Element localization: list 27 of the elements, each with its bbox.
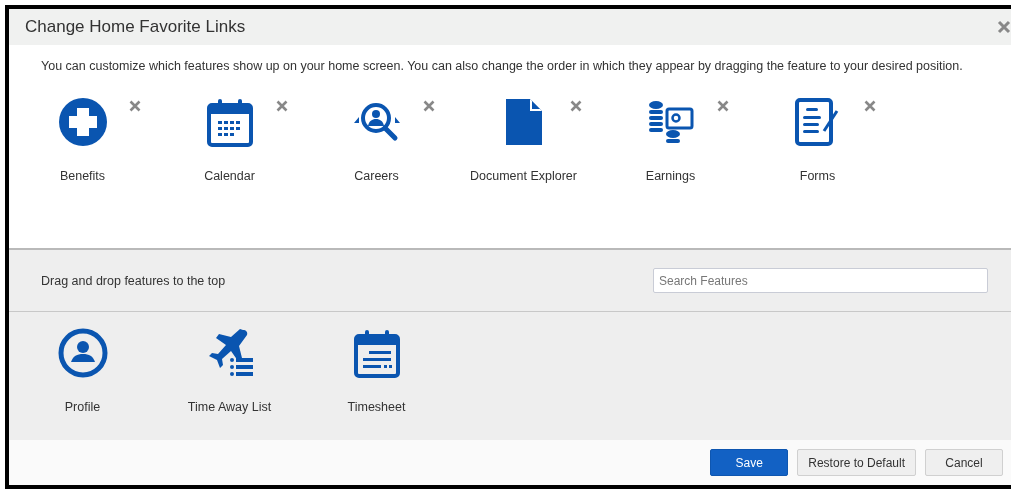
feature-label: Profile <box>64 400 101 414</box>
plus-circle-icon <box>57 97 108 147</box>
feature-label: Careers <box>354 169 399 183</box>
feature-label: Calendar <box>204 169 255 183</box>
instructions-text: You can customize which features show up on your home screen. You can also change the order in which they appear by dragging the feature to your desired position. <box>41 59 964 73</box>
feature-label: Document Explorer <box>470 169 577 183</box>
feature-label: Forms <box>799 169 836 183</box>
dialog-title: Change Home Favorite Links <box>25 17 246 37</box>
remove-icon[interactable] <box>275 100 288 112</box>
person-circle-icon <box>57 328 108 378</box>
calendar-icon <box>204 97 255 147</box>
remove-icon[interactable] <box>863 100 876 112</box>
remove-icon[interactable] <box>569 100 582 112</box>
feature-label: Time Away List <box>187 400 272 414</box>
feature-label: Timesheet <box>347 400 406 414</box>
dialog-button[interactable]: Cancel <box>925 449 1003 476</box>
drag-hint-text: Drag and drop features to the top <box>41 273 226 288</box>
search-field[interactable]: Search Features <box>653 268 988 293</box>
close-icon[interactable] <box>997 20 1011 34</box>
remove-icon[interactable] <box>716 100 729 112</box>
save-button[interactable]: Save <box>710 449 789 476</box>
dialog-button[interactable]: Restore to Default <box>797 449 916 476</box>
calendar-lines-icon <box>351 328 402 378</box>
remove-icon[interactable] <box>422 100 435 112</box>
remove-icon[interactable] <box>128 100 141 112</box>
feature-label: Earnings <box>645 169 696 183</box>
feature-label: Benefits <box>59 169 106 183</box>
